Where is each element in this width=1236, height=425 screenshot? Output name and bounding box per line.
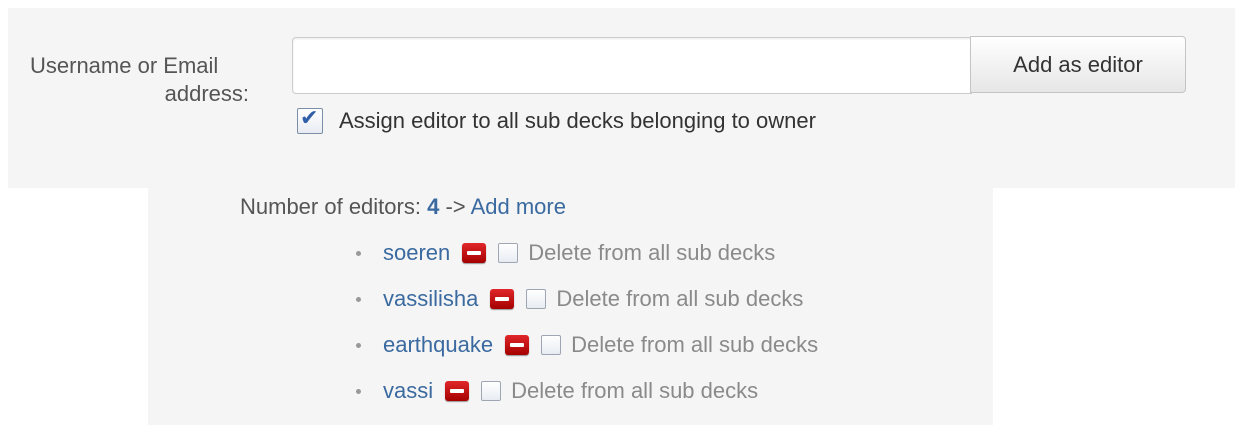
assign-sub-decks-label: Assign editor to all sub decks belonging… bbox=[339, 108, 816, 133]
editor-item-earthquake: earthquake Delete from all sub decks bbox=[356, 322, 818, 368]
editors-count-line: Number of editors: 4 -> Add more bbox=[240, 194, 566, 220]
editors-count-prefix: Number of editors: bbox=[240, 194, 421, 219]
delete-sub-decks-checkbox[interactable] bbox=[526, 289, 547, 309]
bullet-icon bbox=[356, 250, 361, 256]
remove-icon[interactable] bbox=[505, 335, 530, 355]
delete-sub-decks-label: Delete from all sub decks bbox=[571, 332, 819, 357]
add-more-link[interactable]: Add more bbox=[471, 194, 566, 219]
add-as-editor-button[interactable]: Add as editor bbox=[970, 36, 1186, 93]
delete-sub-decks-checkbox[interactable] bbox=[541, 335, 562, 355]
username-email-label-line2: address: bbox=[164, 81, 249, 106]
username-email-label-line1: Username or Email bbox=[30, 53, 219, 78]
assign-sub-decks-row[interactable]: ✔ Assign editor to all sub decks belongi… bbox=[297, 106, 816, 136]
delete-sub-decks-checkbox[interactable] bbox=[498, 243, 519, 263]
remove-icon[interactable] bbox=[445, 381, 470, 401]
editor-link[interactable]: vassi bbox=[383, 378, 433, 404]
delete-sub-decks-label: Delete from all sub decks bbox=[556, 286, 804, 311]
editor-link[interactable]: vassilisha bbox=[383, 286, 478, 312]
delete-sub-decks-label: Delete from all sub decks bbox=[511, 378, 759, 403]
editor-link[interactable]: earthquake bbox=[383, 332, 493, 358]
editors-count: 4 bbox=[427, 194, 440, 219]
bullet-icon bbox=[356, 296, 361, 302]
editor-list: soeren Delete from all sub decks vassili… bbox=[356, 230, 818, 414]
assign-sub-decks-checkbox[interactable]: ✔ bbox=[297, 106, 323, 134]
username-email-input[interactable] bbox=[292, 37, 972, 94]
delete-sub-decks-checkbox[interactable] bbox=[481, 381, 502, 401]
editor-item-vassi: vassi Delete from all sub decks bbox=[356, 368, 818, 414]
remove-icon[interactable] bbox=[462, 243, 487, 263]
username-email-label: Username or Email address: bbox=[30, 52, 252, 108]
editors-arrow: -> bbox=[445, 194, 466, 219]
remove-icon[interactable] bbox=[490, 289, 515, 309]
editor-item-soeren: soeren Delete from all sub decks bbox=[356, 230, 818, 276]
bullet-icon bbox=[356, 388, 361, 394]
bullet-icon bbox=[356, 342, 361, 348]
editor-item-vassilisha: vassilisha Delete from all sub decks bbox=[356, 276, 818, 322]
editor-link[interactable]: soeren bbox=[383, 240, 450, 266]
checkbox-checked-icon: ✔ bbox=[300, 106, 319, 131]
delete-sub-decks-label: Delete from all sub decks bbox=[528, 240, 776, 265]
